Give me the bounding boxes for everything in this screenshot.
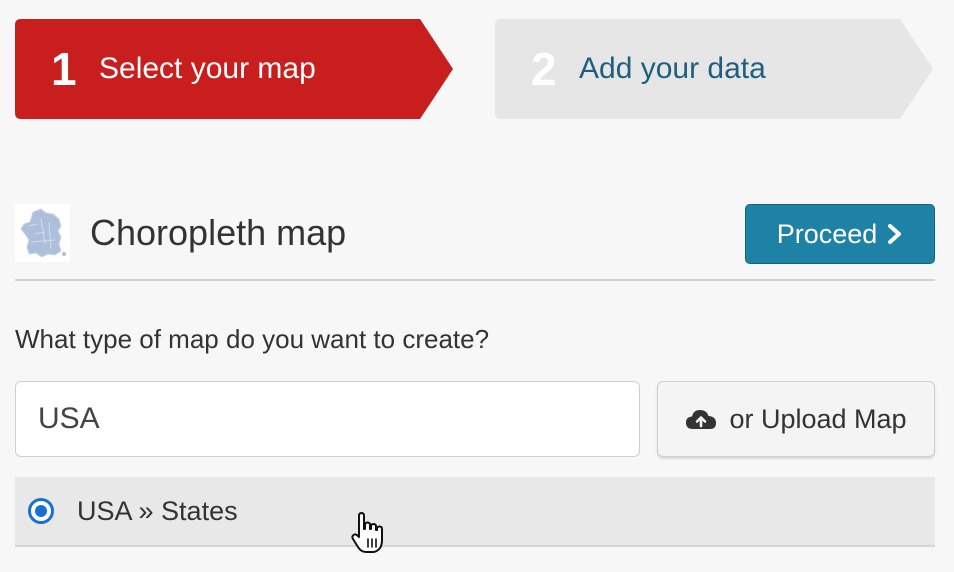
map-option-usa-states[interactable]: USA » States xyxy=(15,477,935,547)
step-number: 2 xyxy=(531,43,557,95)
map-option-label: USA » States xyxy=(77,495,238,526)
step-add-data[interactable]: 2 Add your data xyxy=(495,19,933,119)
france-map-thumbnail xyxy=(15,204,70,262)
chevron-right-icon xyxy=(888,224,902,244)
radio-selected-icon[interactable] xyxy=(27,497,55,525)
map-search-input[interactable] xyxy=(15,381,640,457)
divider xyxy=(15,279,935,281)
cloud-upload-icon xyxy=(686,410,717,429)
proceed-button[interactable]: Proceed xyxy=(745,204,935,264)
upload-map-button[interactable]: or Upload Map xyxy=(657,381,935,457)
step-select-map[interactable]: 1 Select your map xyxy=(15,19,453,119)
step-number: 1 xyxy=(51,43,77,95)
step-label: Add your data xyxy=(579,52,766,85)
upload-label: or Upload Map xyxy=(729,403,907,434)
step-label: Select your map xyxy=(99,52,316,85)
hand-pointer-cursor-icon xyxy=(351,512,383,553)
map-type-title: Choropleth map xyxy=(90,212,347,253)
map-type-question: What type of map do you want to create? xyxy=(15,324,490,354)
proceed-label: Proceed xyxy=(776,218,878,249)
page: 1 Select your map 2 Add your data Chorop… xyxy=(0,0,954,572)
